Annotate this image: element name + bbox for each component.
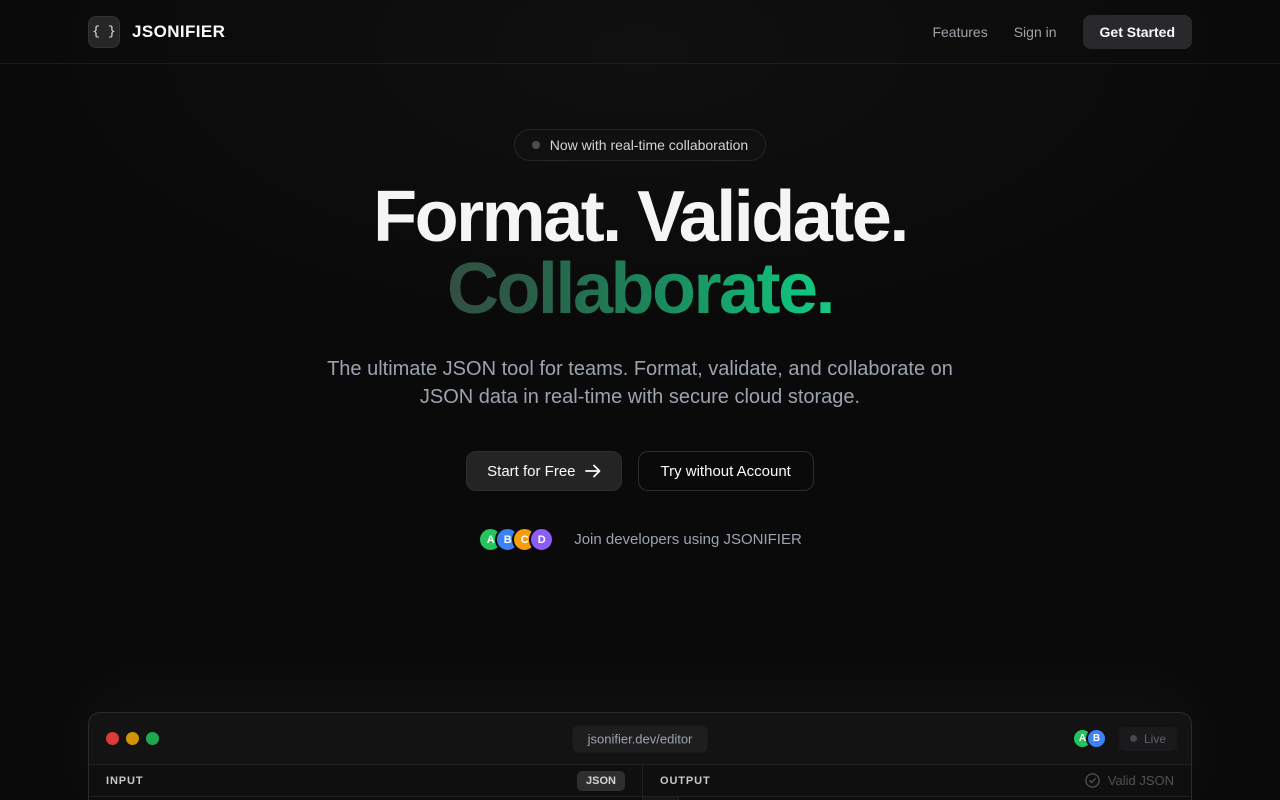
editor-window-preview: jsonifier.dev/editor A B Live INPUT JSON… bbox=[88, 712, 1192, 800]
output-panel: OUTPUT Valid JSON bbox=[643, 765, 1191, 800]
window-titlebar: jsonifier.dev/editor A B Live bbox=[89, 713, 1191, 765]
headline-line-1: Format. Validate. bbox=[373, 181, 907, 253]
brand-name: JSONIFIER bbox=[132, 22, 225, 42]
announcement-badge[interactable]: Now with real-time collaboration bbox=[514, 129, 766, 161]
editor-panels: INPUT JSON OUTPUT Valid JSON bbox=[89, 765, 1191, 800]
collaborator-avatars: A B bbox=[1072, 728, 1107, 749]
output-panel-header: OUTPUT Valid JSON bbox=[643, 765, 1191, 797]
headline-line-2: Collaborate. bbox=[373, 253, 907, 325]
subtitle-line-2: JSON data in real-time with secure cloud… bbox=[420, 386, 860, 408]
hero-subtitle: The ultimate JSON tool for teams. Format… bbox=[327, 355, 953, 411]
minimize-window-icon[interactable] bbox=[126, 732, 139, 745]
subtitle-line-1: The ultimate JSON tool for teams. Format… bbox=[327, 358, 953, 380]
json-format-badge[interactable]: JSON bbox=[577, 771, 625, 791]
avatar: D bbox=[529, 527, 554, 552]
arrow-right-icon bbox=[585, 464, 601, 478]
nav-link-features[interactable]: Features bbox=[932, 24, 987, 40]
try-without-account-button[interactable]: Try without Account bbox=[638, 451, 814, 491]
address-bar[interactable]: jsonifier.dev/editor bbox=[573, 725, 708, 752]
input-panel: INPUT JSON bbox=[89, 765, 643, 800]
validation-status: Valid JSON bbox=[1085, 773, 1174, 788]
get-started-button[interactable]: Get Started bbox=[1083, 15, 1192, 49]
check-circle-icon bbox=[1085, 773, 1100, 788]
page-title: Format. Validate. Collaborate. bbox=[373, 181, 907, 325]
try-without-account-label: Try without Account bbox=[661, 463, 791, 480]
close-window-icon[interactable] bbox=[106, 732, 119, 745]
social-proof-row: A B C D Join developers using JSONIFIER bbox=[478, 527, 802, 552]
output-panel-title: OUTPUT bbox=[660, 775, 711, 787]
traffic-lights bbox=[106, 732, 159, 745]
start-free-label: Start for Free bbox=[487, 463, 575, 480]
live-status-badge: Live bbox=[1119, 727, 1177, 751]
nav-links: Features Sign in Get Started bbox=[932, 15, 1192, 49]
input-panel-header: INPUT JSON bbox=[89, 765, 642, 797]
announcement-text: Now with real-time collaboration bbox=[550, 137, 748, 153]
validation-status-label: Valid JSON bbox=[1108, 773, 1174, 788]
live-label: Live bbox=[1144, 732, 1166, 746]
brand-logo-glyph: { } bbox=[92, 24, 115, 39]
input-panel-title: INPUT bbox=[106, 775, 144, 787]
live-dot-icon bbox=[1130, 735, 1137, 742]
cta-row: Start for Free Try without Account bbox=[466, 451, 814, 491]
hero-section: Now with real-time collaboration Format.… bbox=[0, 64, 1280, 552]
top-nav: { } JSONIFIER Features Sign in Get Start… bbox=[0, 0, 1280, 64]
nav-link-signin[interactable]: Sign in bbox=[1014, 24, 1057, 40]
social-proof-text: Join developers using JSONIFIER bbox=[574, 531, 802, 548]
collaborator-avatar: B bbox=[1086, 728, 1107, 749]
titlebar-right: A B Live bbox=[1072, 727, 1177, 751]
brand[interactable]: { } JSONIFIER bbox=[88, 16, 225, 48]
avatar-stack: A B C D bbox=[478, 527, 554, 552]
pulse-dot-icon bbox=[532, 141, 540, 149]
brand-logo-icon: { } bbox=[88, 16, 120, 48]
zoom-window-icon[interactable] bbox=[146, 732, 159, 745]
start-free-button[interactable]: Start for Free bbox=[466, 451, 621, 491]
